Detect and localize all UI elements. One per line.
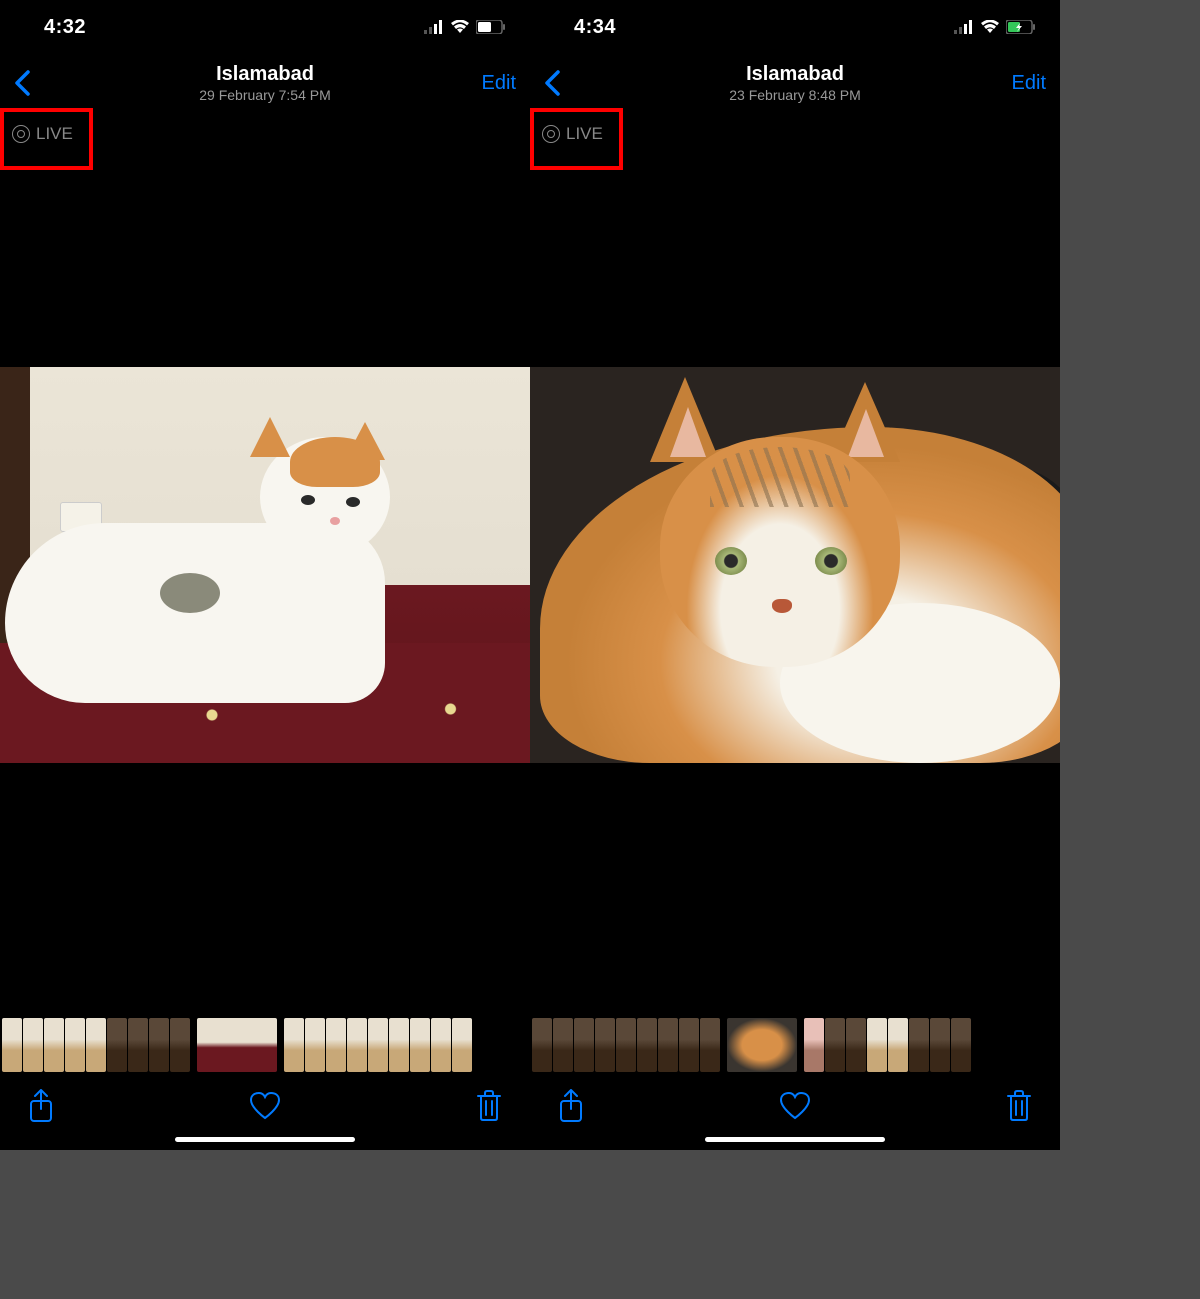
annotation-highlight: LIVE [530,108,623,170]
thumb[interactable] [326,1018,346,1072]
cellular-icon [954,20,974,34]
edit-button[interactable]: Edit [482,72,516,95]
share-icon [28,1089,54,1123]
photo-filmstrip[interactable] [0,1018,530,1072]
live-photo-content [530,367,1060,763]
thumb[interactable] [595,1018,615,1072]
live-icon [12,125,30,143]
delete-button[interactable] [476,1090,502,1122]
phone-screen-left: 4:32 Islamabad 29 February 7:54 PM Edit … [0,0,530,1150]
thumb[interactable] [23,1018,43,1072]
share-icon [558,1089,584,1123]
phone-screen-right: 4:34 Islamabad 23 February 8:48 PM Edit … [530,0,1060,1150]
thumb[interactable] [616,1018,636,1072]
battery-icon [476,20,506,34]
thumb[interactable] [170,1018,190,1072]
chevron-left-icon [544,70,560,96]
status-icons [424,20,506,34]
trash-icon [476,1090,502,1122]
thumb[interactable] [804,1018,824,1072]
thumb[interactable] [65,1018,85,1072]
live-label: LIVE [36,124,73,144]
cellular-icon [424,20,444,34]
status-icons [954,20,1036,34]
delete-button[interactable] [1006,1090,1032,1122]
nav-bar: Islamabad 23 February 8:48 PM Edit [530,54,1060,112]
thumb[interactable] [284,1018,304,1072]
share-button[interactable] [28,1089,54,1123]
back-button[interactable] [14,70,30,96]
live-icon [542,125,560,143]
thumb[interactable] [951,1018,971,1072]
nav-title-area: Islamabad 29 February 7:54 PM [199,63,331,103]
thumb[interactable] [2,1018,22,1072]
thumb[interactable] [930,1018,950,1072]
thumb[interactable] [909,1018,929,1072]
share-button[interactable] [558,1089,584,1123]
chevron-left-icon [14,70,30,96]
thumb[interactable] [679,1018,699,1072]
thumb[interactable] [888,1018,908,1072]
favorite-button[interactable] [249,1092,281,1120]
battery-charging-icon [1006,20,1036,34]
thumb[interactable] [128,1018,148,1072]
status-time: 4:32 [24,16,86,39]
thumb[interactable] [149,1018,169,1072]
datetime-subtitle: 29 February 7:54 PM [199,87,331,103]
nav-title-area: Islamabad 23 February 8:48 PM [729,63,861,103]
wifi-icon [450,20,470,34]
live-photo-badge[interactable]: LIVE [536,122,609,146]
thumb[interactable] [846,1018,866,1072]
thumb[interactable] [431,1018,451,1072]
nav-bar: Islamabad 29 February 7:54 PM Edit [0,54,530,112]
back-button[interactable] [544,70,560,96]
thumb[interactable] [44,1018,64,1072]
favorite-button[interactable] [779,1092,811,1120]
live-label: LIVE [566,124,603,144]
edit-button[interactable]: Edit [1012,72,1046,95]
thumb[interactable] [532,1018,552,1072]
status-bar: 4:34 [530,0,1060,54]
thumb[interactable] [867,1018,887,1072]
photo-viewer[interactable] [530,112,1060,1018]
thumb-selected[interactable] [197,1018,277,1072]
wifi-icon [980,20,1000,34]
thumb[interactable] [637,1018,657,1072]
photo-viewer[interactable] [0,112,530,1018]
photo-filmstrip[interactable] [530,1018,1060,1072]
thumb[interactable] [825,1018,845,1072]
heart-icon [779,1092,811,1120]
thumb[interactable] [347,1018,367,1072]
thumb[interactable] [368,1018,388,1072]
thumb-selected[interactable] [727,1018,797,1072]
heart-icon [249,1092,281,1120]
status-time: 4:34 [554,16,616,39]
home-indicator[interactable] [705,1137,885,1142]
annotation-highlight: LIVE [0,108,93,170]
thumb[interactable] [410,1018,430,1072]
thumb[interactable] [389,1018,409,1072]
status-bar: 4:32 [0,0,530,54]
datetime-subtitle: 23 February 8:48 PM [729,87,861,103]
live-photo-badge[interactable]: LIVE [6,122,79,146]
location-title: Islamabad [199,63,331,86]
thumb[interactable] [553,1018,573,1072]
thumb[interactable] [452,1018,472,1072]
thumb[interactable] [305,1018,325,1072]
thumb[interactable] [86,1018,106,1072]
thumb[interactable] [700,1018,720,1072]
home-indicator[interactable] [175,1137,355,1142]
live-photo-content [0,367,530,763]
location-title: Islamabad [729,63,861,86]
thumb[interactable] [658,1018,678,1072]
thumb[interactable] [574,1018,594,1072]
thumb[interactable] [107,1018,127,1072]
trash-icon [1006,1090,1032,1122]
